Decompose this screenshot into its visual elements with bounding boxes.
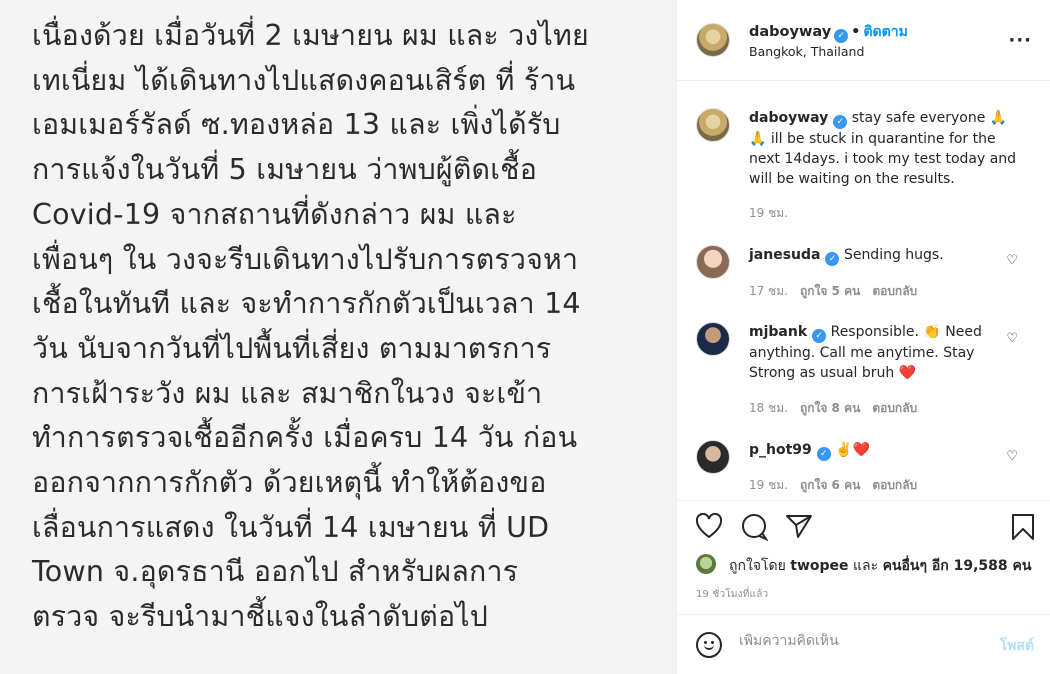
comment-time[interactable]: 17 ชม. — [749, 284, 788, 298]
comments-list[interactable]: daboyway ✓ stay safe everyone 🙏 🙏 ill be … — [677, 82, 1050, 500]
comment-likes[interactable]: ถูกใจ 5 คน — [800, 284, 860, 298]
commenter-avatar[interactable] — [696, 440, 730, 474]
comment-like-heart-icon[interactable]: ♡ — [1006, 449, 1018, 464]
post-text-line: ทำการตรวจเชื้ออีกครั้ง เมื่อครบ 14 วัน ก… — [32, 421, 578, 455]
liked-by-prefix: ถูกใจโดย — [729, 558, 786, 574]
liked-by-text[interactable]: ถูกใจโดย twopee และ คนอื่นๆ อีก 19,588 ค… — [729, 555, 1031, 577]
verified-icon: ✓ — [816, 447, 831, 461]
liked-by-user[interactable]: twopee — [790, 558, 848, 574]
caption-time[interactable]: 19 ชม. — [749, 206, 788, 220]
post-text-line: เทเนี่ยม ได้เดินทางไปแสดงคอนเสิร์ต ที่ ร… — [32, 63, 576, 97]
comment-like-heart-icon[interactable]: ♡ — [1006, 253, 1018, 268]
liked-by-and: และ — [852, 558, 879, 574]
post-text-line: Town จ.อุดรธานี ออกไป สำหรับผลการ — [32, 555, 519, 589]
post-timestamp[interactable]: 19 ชั่วโมงที่แล้ว — [696, 587, 768, 602]
follow-button[interactable]: ติดตาม — [863, 24, 907, 40]
location-link[interactable]: Bangkok, Thailand — [749, 44, 864, 59]
caption-meta: 19 ชม. — [749, 204, 800, 223]
verified-icon: ✓ — [812, 329, 827, 343]
bookmark-icon[interactable] — [1011, 513, 1035, 547]
post-actions: ถูกใจโดย twopee และ คนอื่นๆ อีก 19,588 ค… — [677, 500, 1050, 614]
post-header: daboyway ✓ • ติดตาม Bangkok, Thailand ··· — [677, 0, 1050, 81]
comment-input[interactable] — [739, 633, 979, 649]
post-text-line: การแจ้งในวันที่ 5 เมษายน ว่าพบผู้ติดเชื้… — [32, 153, 538, 187]
post-text-line: เลื่อนการแสดง ในวันที่ 14 เมษายน ที่ UD — [32, 510, 550, 544]
comment-meta: 19 ชม. ถูกใจ 6 คน ตอบกลับ — [749, 476, 929, 495]
post-text-line: การเฝ้าระวัง ผม และ สมาชิกในวง จะเข้า — [32, 376, 543, 410]
author-username[interactable]: daboyway — [749, 24, 831, 40]
comment-text: Sending hugs. — [843, 247, 944, 263]
comment-time[interactable]: 19 ชม. — [749, 478, 788, 492]
comment-body: mjbank ✓ Responsible. 👏 Need anything. Ca… — [749, 322, 1024, 383]
author-line: daboyway ✓ • ติดตาม — [749, 21, 908, 43]
author-avatar[interactable] — [696, 108, 730, 142]
post-comment-button[interactable]: โพสต์ — [1000, 635, 1034, 657]
post-side-panel: daboyway ✓ • ติดตาม Bangkok, Thailand ··· d… — [676, 0, 1050, 674]
post-text-line: วัน นับจากวันที่ไปพื้นที่เสี่ยง ตามมาตรก… — [32, 331, 552, 365]
post-text-line: เนื่องด้วย เมื่อวันที่ 2 เมษายน ผม และ ว… — [32, 19, 589, 52]
separator-dot: • — [851, 24, 861, 40]
post-text-line: เพื่อนๆ ใน วงจะรีบเดินทางไปรับการตรวจหา — [32, 242, 579, 276]
reply-button[interactable]: ตอบกลับ — [872, 401, 917, 415]
comment-time[interactable]: 18 ชม. — [749, 401, 788, 415]
emoji-smiley-icon[interactable] — [696, 632, 722, 658]
reply-button[interactable]: ตอบกลับ — [872, 478, 917, 492]
comment-username[interactable]: janesuda — [749, 247, 820, 263]
comment-meta: 18 ชม. ถูกใจ 8 คน ตอบกลับ — [749, 399, 929, 418]
post-text-line: Covid-19 จากสถานที่ดังกล่าว ผม และ — [32, 197, 517, 231]
verified-icon: ✓ — [833, 115, 848, 129]
share-send-icon[interactable] — [785, 513, 813, 545]
author-avatar[interactable] — [696, 23, 730, 57]
post-text-line: เอมเมอร์รัลด์ ซ.ทองหล่อ 13 และ เพิ่งได้ร… — [32, 108, 561, 142]
liked-by-others[interactable]: คนอื่นๆ อีก 19,588 คน — [883, 558, 1032, 574]
commenter-avatar[interactable] — [696, 245, 730, 279]
caption-username[interactable]: daboyway — [749, 110, 828, 126]
reply-button[interactable]: ตอบกลับ — [872, 284, 917, 298]
post-text-line: ออกจากการกักตัว ด้วยเหตุนี้ ทำให้ต้องขอ — [32, 466, 547, 500]
comment-meta: 17 ชม. ถูกใจ 5 คน ตอบกลับ — [749, 282, 929, 301]
post-text-line: เชื้อในทันที และ จะทำการกักตัวเป็นเวลา 1… — [32, 287, 581, 321]
post-text-line: ตรวจ จะรีบนำมาชี้แจงในลำดับต่อไป — [32, 600, 489, 634]
post-image[interactable]: เนื่องด้วย เมื่อวันที่ 2 เมษายน ผม และ ว… — [0, 0, 676, 674]
comment-username[interactable]: p_hot99 — [749, 442, 812, 458]
more-horizontal-icon[interactable]: ··· — [1008, 30, 1032, 51]
comment-text: ✌️❤️ — [835, 442, 871, 458]
verified-icon: ✓ — [825, 252, 840, 266]
comment-body: janesuda ✓ Sending hugs. — [749, 245, 1024, 266]
commenter-avatar[interactable] — [696, 322, 730, 356]
like-heart-icon[interactable] — [695, 512, 723, 545]
liker-avatar[interactable] — [696, 554, 716, 574]
comment-likes[interactable]: ถูกใจ 8 คน — [800, 401, 860, 415]
caption-body: daboyway ✓ stay safe everyone 🙏 🙏 ill be … — [749, 108, 1024, 189]
comment-username[interactable]: mjbank — [749, 324, 807, 340]
comment-likes[interactable]: ถูกใจ 6 คน — [800, 478, 860, 492]
comment-bubble-icon[interactable] — [740, 513, 769, 547]
comment-body: p_hot99 ✓ ✌️❤️ — [749, 440, 1024, 461]
comment-like-heart-icon[interactable]: ♡ — [1006, 331, 1018, 346]
add-comment-bar: โพสต์ — [677, 614, 1050, 674]
verified-icon: ✓ — [834, 29, 849, 43]
